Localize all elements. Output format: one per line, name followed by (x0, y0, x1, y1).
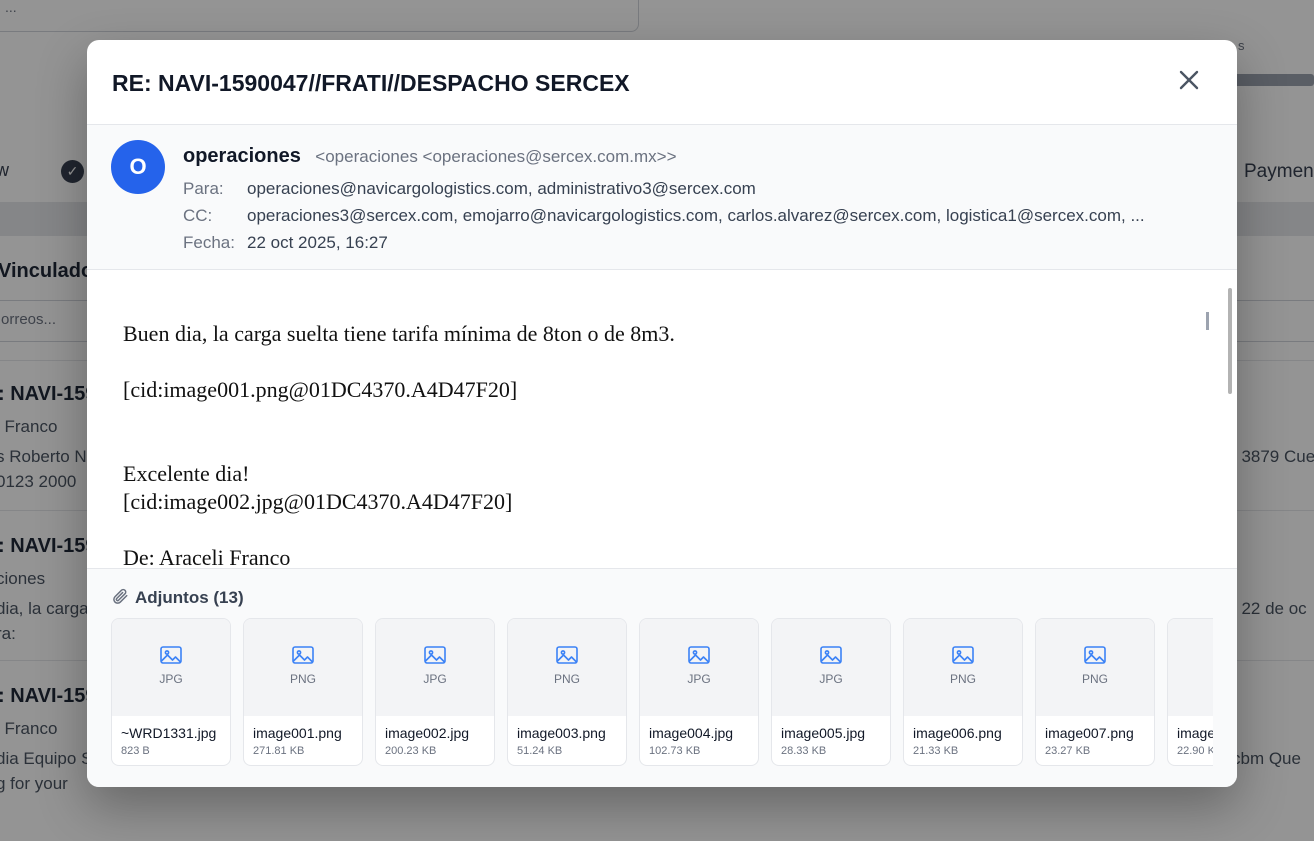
attachment-size: 271.81 KB (253, 745, 305, 757)
cc-value: operaciones3@sercex.com, emojarro@navica… (247, 206, 1145, 225)
attachment-thumbnail: PNG (244, 619, 362, 716)
attachment-card[interactable]: JPG image004.jpg 102.73 KB (639, 618, 759, 766)
attachment-size: 23.27 KB (1045, 745, 1091, 757)
sender-line: operaciones <operaciones <operaciones@se… (183, 145, 677, 168)
attachment-thumbnail: PNG (904, 619, 1022, 716)
attachments-panel: Adjuntos (13) JPG ~WRD1331.jpg 823 B PNG ima… (87, 568, 1237, 787)
attachment-name: image006.png (913, 725, 1002, 741)
close-button[interactable] (1175, 66, 1203, 94)
email-modal: RE: NAVI-1590047//FRATI//DESPACHO SERCEX… (87, 40, 1237, 787)
attachment-card[interactable]: JPG ~WRD1331.jpg 823 B (111, 618, 231, 766)
attachment-card[interactable]: JPG image002.jpg 200.23 KB (375, 618, 495, 766)
avatar: O (111, 140, 165, 194)
attachment-size: 28.33 KB (781, 745, 827, 757)
attachment-card[interactable]: JPG image005.jpg 28.33 KB (771, 618, 891, 766)
attachment-type: PNG (553, 672, 580, 686)
close-icon (1179, 70, 1199, 90)
attachment-card[interactable]: PNG image001.png 271.81 KB (243, 618, 363, 766)
image-icon (424, 646, 446, 664)
attachment-card[interactable]: image 22.90 K (1167, 618, 1213, 766)
image-icon (688, 646, 710, 664)
email-metadata: O operaciones <operaciones <operaciones@… (87, 125, 1237, 270)
body-line: [cid:image002.jpg@01DC4370.A4D47F20] (123, 489, 513, 514)
date-value: 22 oct 2025, 16:27 (247, 233, 388, 252)
image-icon (1084, 646, 1106, 664)
attachment-name: image003.png (517, 725, 606, 741)
to-label: Para: (183, 179, 224, 198)
attachment-thumbnail: JPG (640, 619, 758, 716)
date-label: Fecha: (183, 233, 235, 252)
to-value: operaciones@navicargologistics.com, admi… (247, 179, 756, 198)
image-icon (820, 646, 842, 664)
paperclip-icon (111, 587, 129, 610)
attachment-type: JPG (819, 672, 843, 686)
sender-name: operaciones (183, 145, 301, 167)
body-line: Buen dia, la carga suelta tiene tarifa m… (123, 321, 675, 346)
attachment-card[interactable]: PNG image003.png 51.24 KB (507, 618, 627, 766)
attachment-type: PNG (949, 672, 976, 686)
body-line: [cid:image001.png@01DC4370.A4D47F20] (123, 377, 518, 402)
cc-row: CC: operaciones3@sercex.com, emojarro@nav… (183, 206, 1161, 226)
text-cursor (1206, 312, 1209, 330)
attachment-name: image (1177, 725, 1213, 741)
sender-email: <operaciones <operaciones@sercex.com.mx>… (315, 147, 677, 166)
email-body[interactable]: Buen dia, la carga suelta tiene tarifa m… (87, 270, 1237, 568)
attachments-label: Adjuntos (13) (135, 587, 244, 607)
attachment-type: JPG (159, 672, 183, 686)
body-scrollbar[interactable] (1228, 288, 1232, 394)
attachment-thumbnail: PNG (1036, 619, 1154, 716)
attachment-card[interactable]: PNG image007.png 23.27 KB (1035, 618, 1155, 766)
attachment-name: ~WRD1331.jpg (121, 725, 217, 741)
image-icon (952, 646, 974, 664)
modal-header: RE: NAVI-1590047//FRATI//DESPACHO SERCEX (87, 40, 1237, 125)
image-icon (556, 646, 578, 664)
body-line: De: Araceli Franco (123, 545, 291, 568)
attachment-name: image002.jpg (385, 725, 470, 741)
image-icon (160, 646, 182, 664)
attachments-list: JPG ~WRD1331.jpg 823 B PNG image001.png 271.8… (111, 618, 1213, 768)
attachment-thumbnail: PNG (508, 619, 626, 716)
attachment-name: image004.jpg (649, 725, 734, 741)
attachment-thumbnail: JPG (772, 619, 890, 716)
attachment-thumbnail: JPG (112, 619, 230, 716)
attachment-thumbnail: JPG (376, 619, 494, 716)
attachments-header: Adjuntos (13) (111, 587, 244, 610)
cc-label: CC: (183, 206, 213, 225)
date-row: Fecha: 22 oct 2025, 16:27 (183, 233, 388, 253)
attachment-size: 823 B (121, 745, 150, 757)
attachment-size: 200.23 KB (385, 745, 437, 757)
attachment-name: image007.png (1045, 725, 1134, 741)
attachment-type: PNG (1081, 672, 1108, 686)
attachment-card[interactable]: PNG image006.png 21.33 KB (903, 618, 1023, 766)
attachment-name: image005.jpg (781, 725, 866, 741)
email-subject: RE: NAVI-1590047//FRATI//DESPACHO SERCEX (112, 70, 630, 96)
attachment-type: PNG (289, 672, 316, 686)
attachment-name: image001.png (253, 725, 342, 741)
attachment-type: JPG (423, 672, 447, 686)
attachment-size: 102.73 KB (649, 745, 701, 757)
attachment-size: 51.24 KB (517, 745, 563, 757)
attachment-thumbnail (1168, 619, 1213, 716)
body-line: Excelente dia! (123, 461, 250, 486)
attachment-size: 22.90 K (1177, 745, 1213, 757)
to-row: Para: operaciones@navicargologistics.com,… (183, 179, 756, 199)
email-body-text: Buen dia, la carga suelta tiene tarifa m… (123, 320, 675, 568)
image-icon (292, 646, 314, 664)
attachment-type: JPG (687, 672, 711, 686)
attachment-size: 21.33 KB (913, 745, 959, 757)
